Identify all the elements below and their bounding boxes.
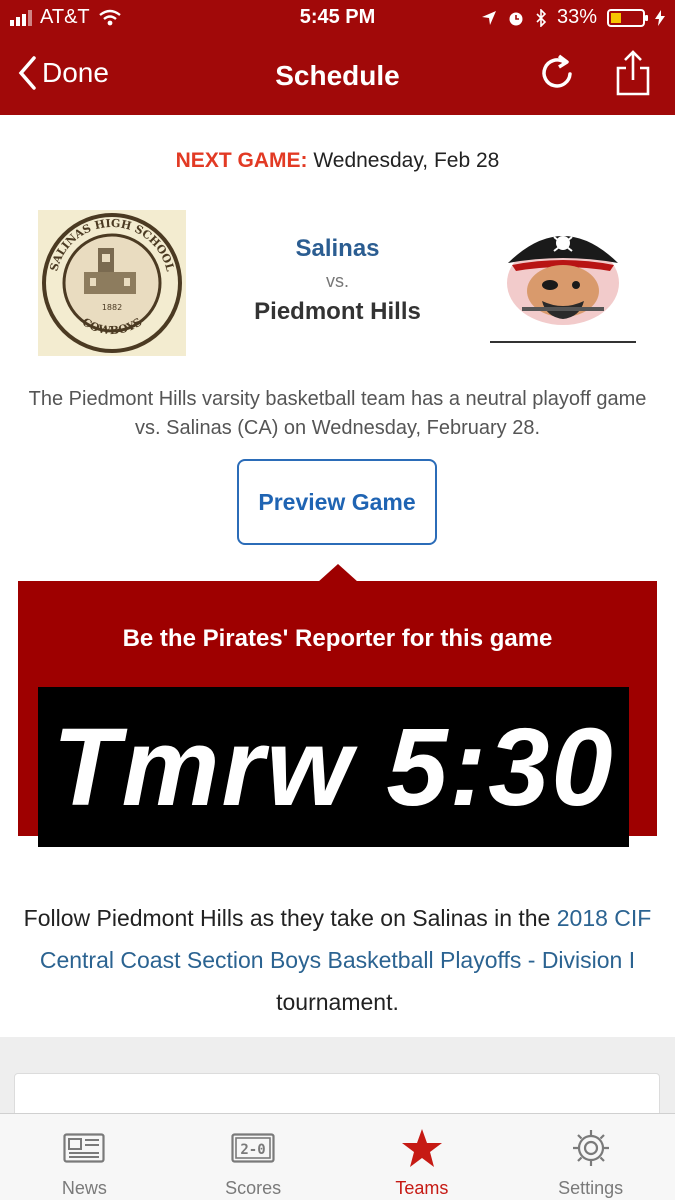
gear-icon: [572, 1130, 609, 1166]
next-game-line: NEXT GAME: Wednesday, Feb 28: [0, 149, 675, 173]
scoreboard-icon-text: 2-0: [240, 1142, 265, 1158]
scoreboard-icon: 2-0: [231, 1133, 275, 1163]
tab-teams[interactable]: Teams: [338, 1114, 507, 1200]
alarm-icon: [509, 12, 523, 25]
away-team-name[interactable]: Piedmont Hills: [200, 298, 475, 326]
status-bar: AT&T 5:45 PM 33%: [0, 0, 675, 38]
tab-settings-label: Settings: [558, 1178, 624, 1198]
tab-scores[interactable]: 2-0 Scores: [169, 1114, 338, 1200]
reporter-notch: [318, 564, 358, 582]
next-game-label: NEXT GAME:: [175, 149, 308, 172]
status-right: 33%: [481, 6, 665, 29]
battery-percent: 33%: [556, 6, 597, 28]
tab-bar: News 2-0 Scores Teams Settings: [0, 1113, 675, 1200]
game-description: The Piedmont Hills varsity basketball te…: [28, 388, 647, 439]
newspaper-icon: [63, 1133, 105, 1163]
tab-news[interactable]: News: [0, 1114, 169, 1200]
preview-game-button[interactable]: Preview Game: [237, 459, 437, 545]
refresh-icon[interactable]: [537, 52, 579, 94]
next-game-date: Wednesday, Feb 28: [313, 149, 500, 172]
tab-settings[interactable]: Settings: [506, 1114, 675, 1200]
salinas-cowboys-logo: SALINAS HIGH SCHOOL COWBOYS 1882: [38, 210, 186, 356]
pirate-logo: [507, 236, 619, 325]
follow-text: Follow Piedmont Hills as they take on Sa…: [20, 897, 655, 1023]
location-icon: [481, 10, 496, 25]
tab-news-label: News: [61, 1178, 107, 1198]
versus-label: vs.: [325, 271, 349, 291]
top-bar: AT&T 5:45 PM 33% Done Schedule: [0, 0, 675, 115]
schedule-content: NEXT GAME: Wednesday, Feb 28 SALINAS HIG…: [0, 115, 675, 1123]
game-countdown[interactable]: Tmrw 5:30: [38, 687, 629, 847]
matchup: Salinas vs. Piedmont Hills: [200, 235, 475, 326]
share-icon[interactable]: [613, 50, 653, 96]
tab-scores-label: Scores: [225, 1178, 282, 1198]
charging-icon: [655, 9, 665, 26]
reporter-title: Be the Pirates' Reporter for this game: [122, 625, 553, 652]
follow-suffix: tournament.: [276, 989, 399, 1015]
logo-year: 1882: [102, 303, 122, 312]
navigation-bar: Done Schedule: [0, 40, 675, 115]
home-team-name[interactable]: Salinas: [200, 235, 475, 263]
bluetooth-icon: [536, 8, 547, 27]
logo-underline: [490, 341, 636, 343]
star-icon: [401, 1129, 442, 1167]
battery-icon: [607, 8, 648, 27]
follow-prefix: Follow Piedmont Hills as they take on Sa…: [23, 905, 557, 931]
tab-teams-label: Teams: [395, 1178, 449, 1198]
